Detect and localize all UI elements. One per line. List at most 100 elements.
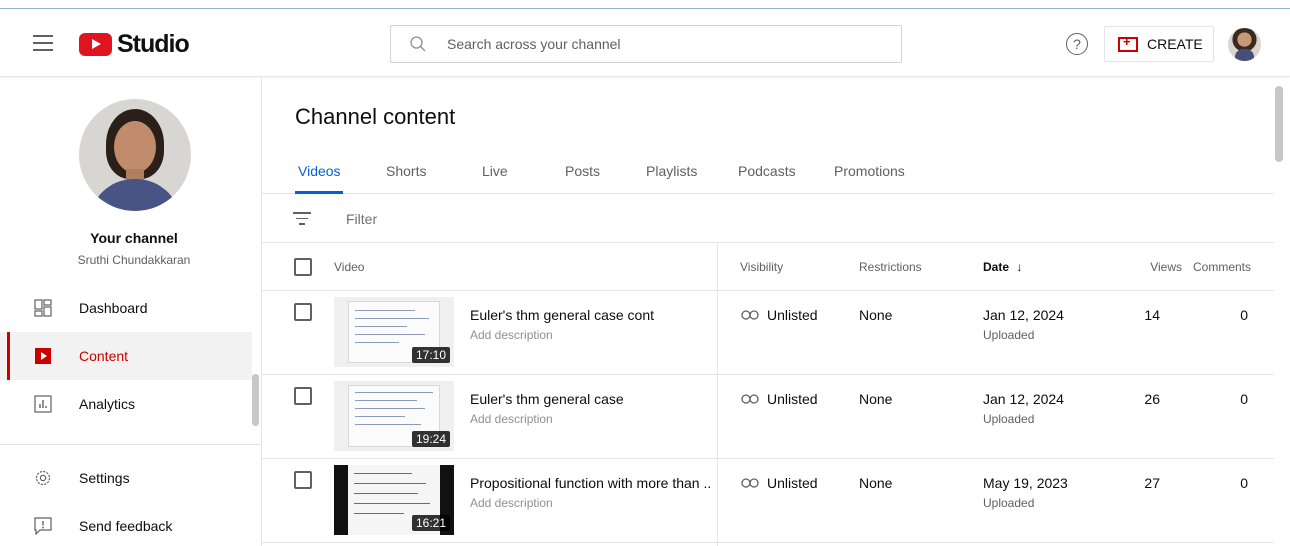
comments-value: 0: [1240, 391, 1248, 407]
restrictions-value: None: [859, 307, 893, 323]
video-description: Add description: [470, 412, 553, 426]
filter-icon[interactable]: [293, 212, 311, 226]
tab-posts[interactable]: Posts: [565, 163, 600, 179]
sidebar-item-label: Analytics: [79, 396, 136, 412]
tab-shorts[interactable]: Shorts: [386, 163, 426, 179]
video-title[interactable]: Euler's thm general case: [470, 391, 710, 407]
channel-title: Your channel: [90, 230, 178, 246]
comments-value: 0: [1240, 307, 1248, 323]
row-checkbox[interactable]: [294, 471, 312, 489]
video-thumbnail[interactable]: 17:10: [334, 297, 454, 367]
studio-logo[interactable]: Studio: [79, 29, 190, 58]
video-duration: 17:10: [411, 347, 450, 363]
sidebar-item-settings[interactable]: Settings: [0, 454, 252, 502]
column-divider: [717, 243, 718, 546]
page-title: Channel content: [295, 104, 456, 129]
visibility-value[interactable]: Unlisted: [767, 307, 818, 323]
restrictions-value: None: [859, 391, 893, 407]
sidebar: Your channel Sruthi Chundakkaran Dashboa…: [0, 78, 262, 546]
date-status: Uploaded: [983, 412, 1035, 426]
video-title[interactable]: Propositional function with more than ..…: [470, 475, 710, 491]
tab-promotions[interactable]: Promotions: [834, 163, 905, 179]
column-restrictions[interactable]: Restrictions: [859, 260, 922, 274]
sidebar-item-label: Send feedback: [79, 518, 173, 534]
gear-icon: [35, 470, 51, 486]
tab-live[interactable]: Live: [482, 163, 508, 179]
views-value: 27: [1144, 475, 1160, 491]
analytics-icon: [34, 395, 52, 413]
top-header: Studio Search across your channel ? CREA…: [0, 9, 1290, 77]
sidebar-item-label: Content: [79, 348, 129, 364]
video-title[interactable]: Euler's thm general case cont: [470, 307, 710, 323]
video-duration: 19:24: [411, 431, 450, 447]
column-comments[interactable]: Comments: [1193, 260, 1251, 274]
column-date[interactable]: Date ↓: [983, 260, 1022, 274]
filter-bar[interactable]: Filter: [262, 195, 1274, 243]
sidebar-item-label: Dashboard: [79, 300, 148, 316]
account-avatar[interactable]: [1228, 28, 1261, 61]
search-placeholder: Search across your channel: [447, 36, 621, 52]
channel-avatar[interactable]: [79, 99, 191, 211]
restrictions-value: None: [859, 475, 893, 491]
dashboard-icon: [34, 299, 52, 317]
sidebar-divider: [0, 444, 262, 445]
video-thumbnail[interactable]: 16:21: [334, 465, 454, 535]
table-row[interactable]: 17:10 Euler's thm general case cont Add …: [262, 291, 1274, 375]
main-content: Channel content Videos Shorts Live Posts…: [262, 78, 1274, 546]
tab-playlists[interactable]: Playlists: [646, 163, 697, 179]
create-label: CREATE: [1147, 36, 1203, 52]
video-duration: 16:21: [411, 515, 450, 531]
video-thumbnail[interactable]: 19:24: [334, 381, 454, 451]
sidebar-item-send-feedback[interactable]: Send feedback: [0, 502, 252, 546]
column-video: Video: [334, 260, 365, 274]
video-description: Add description: [470, 496, 553, 510]
menu-icon[interactable]: [33, 35, 53, 51]
content-icon: [35, 348, 51, 364]
comments-value: 0: [1240, 475, 1248, 491]
channel-name: Sruthi Chundakkaran: [77, 253, 191, 267]
sidebar-item-analytics[interactable]: Analytics: [0, 380, 252, 428]
link-icon: [741, 310, 759, 320]
date-value: Jan 12, 2024: [983, 307, 1064, 323]
row-checkbox[interactable]: [294, 303, 312, 321]
youtube-play-icon: [79, 32, 112, 56]
sidebar-item-dashboard[interactable]: Dashboard: [0, 284, 252, 332]
help-icon[interactable]: ?: [1066, 33, 1088, 55]
table-header: Video Visibility Restrictions Date ↓ Vie…: [262, 243, 1274, 291]
feedback-icon: [34, 517, 52, 535]
table-row[interactable]: 16:21 Propositional function with more t…: [262, 459, 1274, 543]
table-row[interactable]: 19:24 Euler's thm general case Add descr…: [262, 375, 1274, 459]
tab-podcasts[interactable]: Podcasts: [738, 163, 796, 179]
search-icon: [410, 36, 426, 52]
sidebar-item-label: Settings: [79, 470, 130, 486]
row-checkbox[interactable]: [294, 387, 312, 405]
date-value: Jan 12, 2024: [983, 391, 1064, 407]
tab-videos[interactable]: Videos: [298, 163, 341, 179]
video-description: Add description: [470, 328, 553, 342]
active-tab-indicator: [295, 191, 343, 194]
content-tabs: Videos Shorts Live Posts Playlists Podca…: [262, 160, 1274, 194]
search-input[interactable]: Search across your channel: [390, 25, 902, 63]
sidebar-item-content[interactable]: Content: [0, 332, 252, 380]
filter-input[interactable]: Filter: [346, 211, 377, 227]
link-icon: [741, 478, 759, 488]
main-scrollbar[interactable]: [1275, 86, 1283, 162]
views-value: 26: [1144, 391, 1160, 407]
column-views[interactable]: Views: [1150, 260, 1182, 274]
column-visibility[interactable]: Visibility: [740, 260, 783, 274]
date-value: May 19, 2023: [983, 475, 1068, 491]
create-video-icon: [1118, 34, 1138, 52]
visibility-value[interactable]: Unlisted: [767, 391, 818, 407]
window-top-edge: [0, 0, 1290, 9]
link-icon: [741, 394, 759, 404]
date-status: Uploaded: [983, 328, 1035, 342]
sort-down-icon: ↓: [1016, 260, 1023, 274]
column-date-label: Date: [983, 260, 1010, 274]
sidebar-scrollbar[interactable]: [252, 374, 259, 426]
logo-text: Studio: [117, 29, 190, 58]
create-button[interactable]: CREATE: [1104, 26, 1214, 62]
views-value: 14: [1144, 307, 1160, 323]
select-all-checkbox[interactable]: [294, 258, 312, 276]
date-status: Uploaded: [983, 496, 1035, 510]
visibility-value[interactable]: Unlisted: [767, 475, 818, 491]
